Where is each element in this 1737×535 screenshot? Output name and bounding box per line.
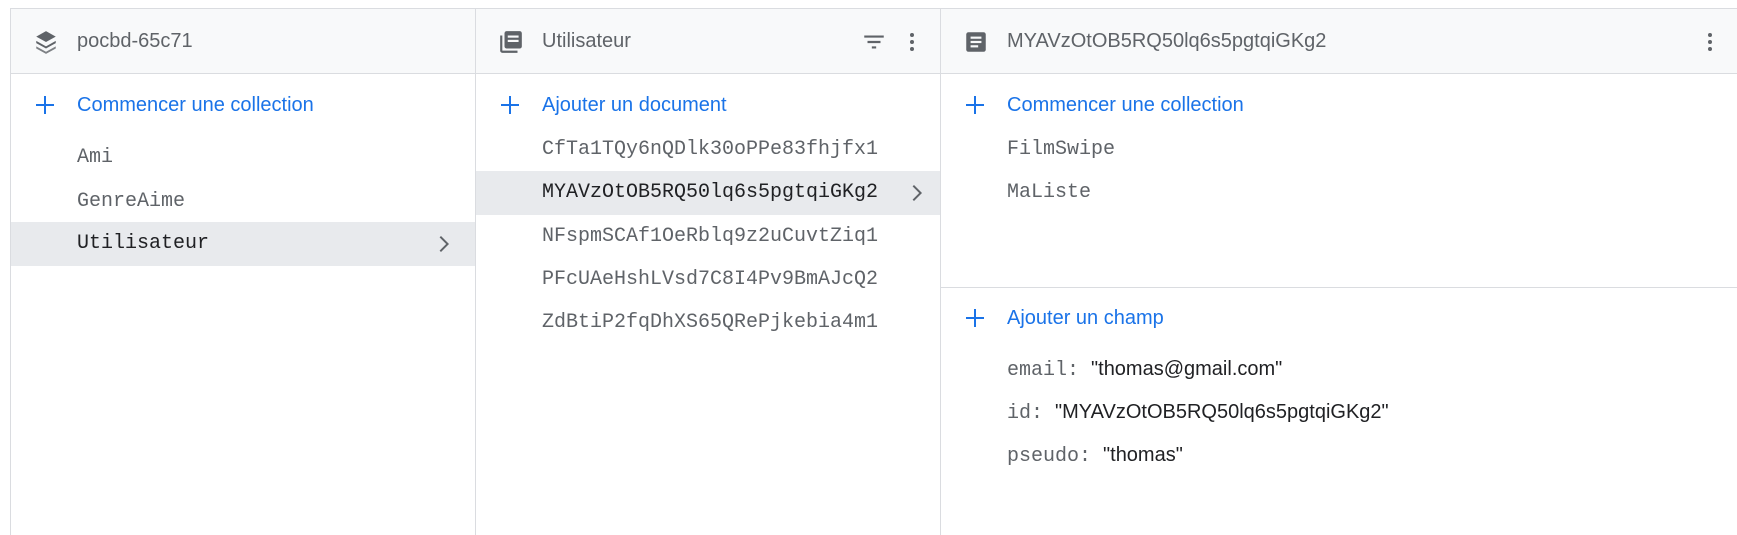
chevron-right-icon <box>439 236 449 252</box>
collection-item-ami[interactable]: Ami <box>11 134 475 182</box>
collection-panel: Utilisateur Ajouter un document CfTa1TQy… <box>476 9 941 535</box>
field-list: email: "thomas@gmail.com" id: "MYAVzOtOB… <box>941 348 1737 477</box>
plus-icon <box>36 96 54 114</box>
field-row-content: pseudo: "thomas" <box>1007 434 1183 478</box>
document-item[interactable]: PFcUAeHshLVsd7C8I4Pv9BmAJcQ2 <box>476 258 940 301</box>
firestore-stack-icon <box>36 31 56 54</box>
collection-more-button[interactable] <box>896 26 928 58</box>
more-vert-icon <box>1708 33 1712 51</box>
plus-icon <box>966 309 984 327</box>
field-row-content: id: "MYAVzOtOB5RQ50lq6s5pgtqiGKg2" <box>1007 391 1389 435</box>
subcollection-list: FilmSwipe MaListe <box>941 128 1737 214</box>
subcollection-item-maliste[interactable]: MaListe <box>941 171 1737 214</box>
add-field-button[interactable]: Ajouter un champ <box>941 289 1737 347</box>
document-panel: MYAVzOtOB5RQ50lq6s5pgtqiGKg2 Commencer u… <box>941 9 1737 535</box>
field-key: email: <box>1007 359 1080 382</box>
field-key: id: <box>1007 402 1044 425</box>
subcollection-item-label: MaListe <box>1007 181 1092 204</box>
start-subcollection-label: Commencer une collection <box>1007 94 1244 116</box>
filter-icon <box>864 35 884 49</box>
field-row-content: email: "thomas@gmail.com" <box>1007 348 1282 392</box>
collection-item-label: Utilisateur <box>77 232 210 255</box>
collection-panel-title: Utilisateur <box>542 30 631 52</box>
document-item[interactable]: CfTa1TQy6nQDlk30oPPe83fhjfx1 <box>476 128 940 171</box>
document-more-button[interactable] <box>1694 26 1726 58</box>
subcollection-item-filmswipe[interactable]: FilmSwipe <box>941 128 1737 171</box>
document-panel-header: MYAVzOtOB5RQ50lq6s5pgtqiGKg2 <box>941 9 1737 74</box>
more-vert-icon <box>910 33 914 51</box>
document-item-label: ZdBtiP2fqDhXS65QRePjkebia4m1 <box>542 311 879 334</box>
start-collection-button[interactable]: Commencer une collection <box>11 74 475 136</box>
plus-icon <box>501 96 519 114</box>
document-header-actions <box>1694 26 1726 58</box>
subcollection-item-label: FilmSwipe <box>1007 138 1116 161</box>
field-row-id[interactable]: id: "MYAVzOtOB5RQ50lq6s5pgtqiGKg2" <box>941 391 1737 434</box>
document-list: CfTa1TQy6nQDlk30oPPe83fhjfx1 MYAVzOtOB5R… <box>476 128 940 344</box>
start-collection-label: Commencer une collection <box>77 94 314 116</box>
document-item-selected[interactable]: MYAVzOtOB5RQ50lq6s5pgtqiGKg2 <box>476 171 940 215</box>
collection-item-label: Ami <box>77 146 114 169</box>
document-panel-title: MYAVzOtOB5RQ50lq6s5pgtqiGKg2 <box>1007 30 1327 52</box>
collection-item-utilisateur[interactable]: Utilisateur <box>11 222 475 266</box>
document-item-label: CfTa1TQy6nQDlk30oPPe83fhjfx1 <box>542 138 879 161</box>
field-key: pseudo: <box>1007 445 1092 468</box>
plus-icon <box>966 96 984 114</box>
document-item-label: PFcUAeHshLVsd7C8I4Pv9BmAJcQ2 <box>542 268 879 291</box>
root-panel-title: pocbd-65c71 <box>77 30 193 52</box>
chevron-right-icon <box>912 185 922 201</box>
collection-header-actions <box>858 26 928 58</box>
document-item[interactable]: ZdBtiP2fqDhXS65QRePjkebia4m1 <box>476 301 940 344</box>
collection-panel-header: Utilisateur <box>476 9 940 74</box>
document-item-label: MYAVzOtOB5RQ50lq6s5pgtqiGKg2 <box>542 181 879 204</box>
collection-item-genreaime[interactable]: GenreAime <box>11 182 475 222</box>
field-value: "MYAVzOtOB5RQ50lq6s5pgtqiGKg2" <box>1055 401 1389 423</box>
document-item-label: NFspmSCAf1OeRblq9z2uCuvtZiq1 <box>542 225 879 248</box>
field-value: "thomas@gmail.com" <box>1091 358 1283 380</box>
collection-item-label: GenreAime <box>77 190 186 213</box>
field-value: "thomas" <box>1103 444 1183 466</box>
filter-button[interactable] <box>858 26 890 58</box>
field-row-email[interactable]: email: "thomas@gmail.com" <box>941 348 1737 391</box>
collection-icon <box>500 31 522 53</box>
field-row-pseudo[interactable]: pseudo: "thomas" <box>941 434 1737 477</box>
firestore-data-viewer: pocbd-65c71 Commencer une collection Ami… <box>10 8 1737 535</box>
root-panel-header: pocbd-65c71 <box>11 9 475 74</box>
add-field-label: Ajouter un champ <box>1007 307 1164 329</box>
document-icon <box>966 32 986 52</box>
start-subcollection-button[interactable]: Commencer une collection <box>941 74 1737 136</box>
root-panel: pocbd-65c71 Commencer une collection Ami… <box>11 9 476 535</box>
collection-list: Ami GenreAime Utilisateur <box>11 134 475 266</box>
add-document-label: Ajouter un document <box>542 94 727 116</box>
section-divider <box>941 287 1737 288</box>
add-document-button[interactable]: Ajouter un document <box>476 74 940 136</box>
document-item[interactable]: NFspmSCAf1OeRblq9z2uCuvtZiq1 <box>476 215 940 258</box>
